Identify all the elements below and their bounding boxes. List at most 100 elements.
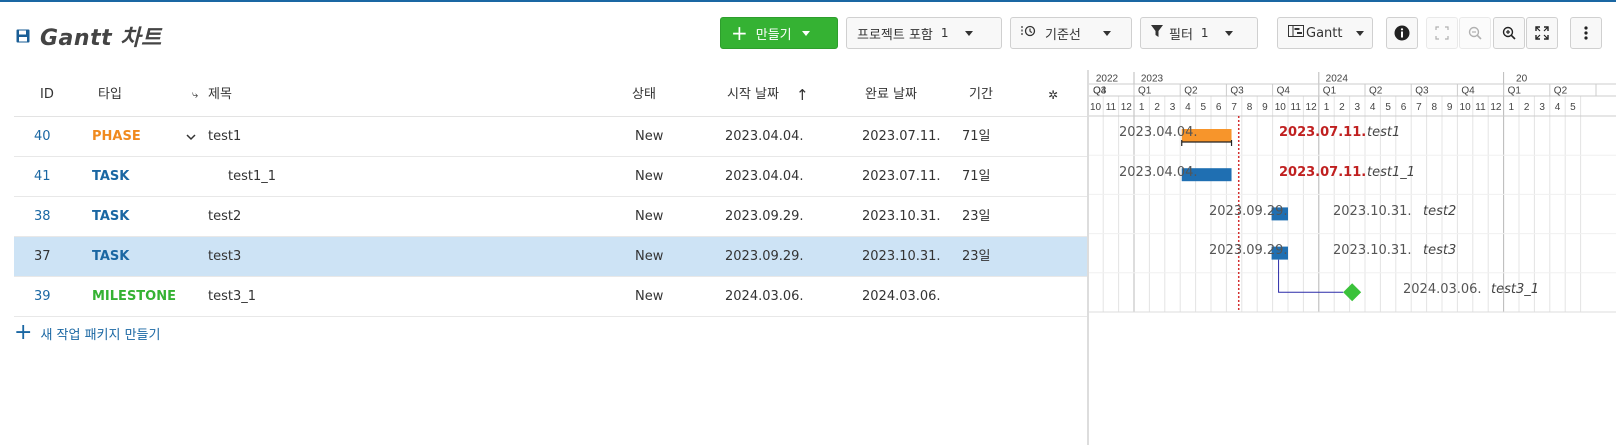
year-label: 2024	[1326, 74, 1349, 85]
column-header-finish-date[interactable]: 완료 날짜	[865, 73, 917, 117]
chevron-down-icon	[964, 30, 973, 36]
bar-start-label: 2023.04.04.	[1119, 165, 1198, 180]
zoom-out-icon	[1468, 26, 1482, 40]
month-label: 11	[1475, 102, 1486, 113]
row-subject[interactable]: test3_1	[208, 277, 256, 317]
column-header-type[interactable]: 타입	[98, 73, 122, 117]
month-label: 11	[1291, 102, 1302, 113]
quarter-label: Q4	[1277, 86, 1291, 97]
row-finish-date: 2023.10.31.	[862, 249, 941, 264]
month-label: 3	[1170, 102, 1176, 113]
fullscreen-icon	[1535, 26, 1549, 40]
save-icon[interactable]	[16, 29, 30, 43]
quarter-label: Q3	[1230, 86, 1244, 97]
month-label: 6	[1216, 102, 1222, 113]
year-label: 20	[1516, 74, 1528, 85]
month-label: 5	[1570, 102, 1576, 113]
bar-subject-label: test2	[1423, 204, 1457, 219]
bar-start-label: 2023.04.04.	[1119, 125, 1198, 140]
row-subject[interactable]: test1_1	[228, 157, 276, 197]
quarter-label: Q1	[1508, 86, 1522, 97]
chevron-down-icon	[1224, 30, 1233, 36]
row-duration: 71일	[962, 129, 991, 144]
quarter-label: Q2	[1184, 86, 1198, 97]
info-icon	[1394, 25, 1410, 41]
row-duration: 71일	[962, 169, 991, 184]
plus-icon: +	[731, 21, 748, 45]
row-id[interactable]: 37	[34, 237, 51, 277]
page-title: Gantt 차트	[40, 26, 162, 51]
row-subject[interactable]: test1	[208, 117, 241, 157]
zoom-out-button[interactable]	[1459, 17, 1491, 49]
row-status: New	[635, 169, 664, 184]
gantt-chart: 20222023202420Q3Q4Q1Q2Q3Q4Q1Q2Q3Q4Q1Q289…	[1089, 72, 1616, 445]
row-id[interactable]: 41	[34, 157, 51, 197]
row-finish-date: 2024.03.06.	[862, 289, 941, 304]
month-label: 1	[1324, 102, 1330, 113]
column-header-start-date[interactable]: 시작 날짜	[727, 73, 779, 117]
column-header-status[interactable]: 상태	[632, 73, 656, 117]
filter-count: 1	[1200, 26, 1209, 40]
month-label: 2	[1524, 102, 1530, 113]
milestone-date-label: 2024.03.06.	[1403, 282, 1482, 297]
bar-start-label: 2023.09.29.	[1209, 243, 1288, 258]
month-label: 3	[1539, 102, 1545, 113]
month-label: 12	[1121, 102, 1133, 113]
quarter-label: Q1	[1138, 86, 1152, 97]
column-header-duration[interactable]: 기간	[969, 73, 993, 117]
table-row[interactable]: 39 MILESTONE test3_1 New 2024.03.06. 202…	[14, 277, 1087, 317]
create-work-package-label: 새 작업 패키지 만들기	[40, 327, 161, 343]
month-label: 10	[1460, 102, 1472, 113]
filter-label: 필터	[1169, 27, 1193, 43]
table-row[interactable]: 37 TASK test3 New 2023.09.29. 2023.10.31…	[14, 237, 1087, 277]
row-id[interactable]: 40	[34, 117, 51, 157]
month-label: 8	[1432, 102, 1438, 113]
row-subject[interactable]: test2	[208, 197, 241, 237]
month-label: 4	[1555, 102, 1561, 113]
column-header-subject[interactable]: 제목	[208, 73, 232, 117]
zoom-in-button[interactable]	[1493, 17, 1525, 49]
baseline-button[interactable]: 기준선	[1010, 17, 1132, 49]
month-label: 10	[1090, 102, 1102, 113]
baseline-icon	[1021, 24, 1037, 42]
quarter-label: Q4	[1461, 86, 1475, 97]
month-label: 11	[1106, 102, 1117, 113]
row-start-date: 2023.09.29.	[725, 249, 804, 264]
fullscreen-button[interactable]	[1526, 17, 1558, 49]
info-button[interactable]	[1386, 17, 1418, 49]
create-button[interactable]: + 만들기	[720, 17, 838, 49]
view-mode-button[interactable]: Gantt	[1277, 17, 1373, 49]
row-status: New	[635, 129, 664, 144]
table-row[interactable]: 38 TASK test2 New 2023.09.29. 2023.10.31…	[14, 197, 1087, 237]
row-finish-date: 2023.07.11.	[862, 169, 941, 184]
column-header-id[interactable]: ID	[40, 73, 54, 117]
row-start-date: 2023.04.04.	[725, 129, 804, 144]
row-type: TASK	[92, 169, 130, 184]
row-finish-date: 2023.10.31.	[862, 209, 941, 224]
row-start-date: 2024.03.06.	[725, 289, 804, 304]
table-row[interactable]: 41 TASK test1_1 New 2023.04.04. 2023.07.…	[14, 157, 1087, 197]
table-row[interactable]: 40 PHASE test1 New 2023.04.04. 2023.07.1…	[14, 117, 1087, 157]
row-type: TASK	[92, 249, 130, 264]
settings-gear-icon[interactable]: ✲	[1048, 73, 1058, 117]
expand-chevron-icon[interactable]	[186, 117, 196, 157]
quarter-label: Q2	[1554, 86, 1568, 97]
include-projects-button[interactable]: 프로젝트 포함 1	[846, 17, 1002, 49]
month-label: 6	[1401, 102, 1407, 113]
row-subject[interactable]: test3	[208, 237, 241, 277]
row-id[interactable]: 39	[34, 277, 51, 317]
row-start-date: 2023.09.29.	[725, 209, 804, 224]
fit-to-screen-button[interactable]	[1426, 17, 1458, 49]
month-label: 1	[1139, 102, 1145, 113]
hierarchy-toggle-icon[interactable]: ⤷	[192, 73, 198, 117]
zoom-in-icon	[1502, 26, 1516, 40]
quarter-label: Q1	[1323, 86, 1337, 97]
row-id[interactable]: 38	[34, 197, 51, 237]
filter-button[interactable]: 필터 1	[1140, 17, 1258, 49]
month-label: 3	[1355, 102, 1361, 113]
create-work-package-link[interactable]: + 새 작업 패키지 만들기	[14, 322, 160, 344]
quarter-label: Q2	[1369, 86, 1383, 97]
month-label: 9	[1447, 102, 1453, 113]
fit-screen-icon	[1435, 26, 1449, 40]
more-menu-button[interactable]	[1570, 17, 1602, 49]
